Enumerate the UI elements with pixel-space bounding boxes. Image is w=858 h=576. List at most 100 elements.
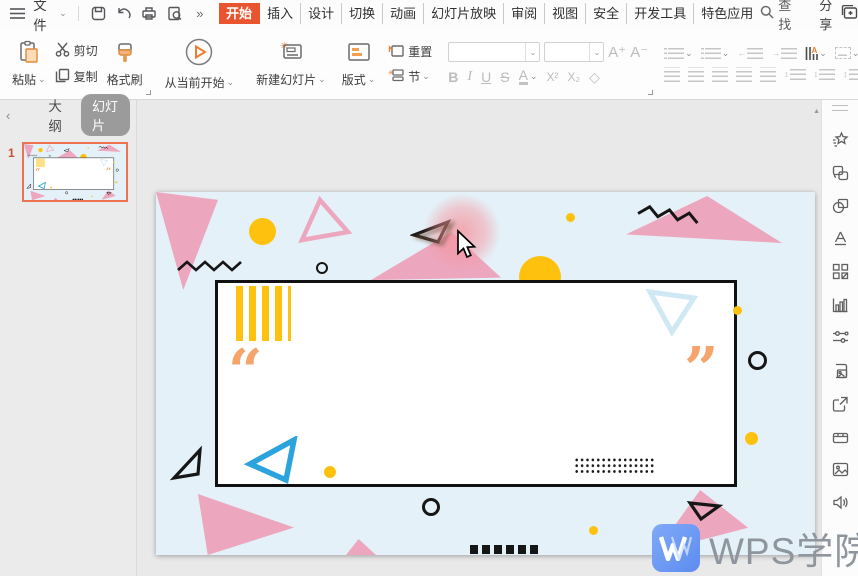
undo-icon[interactable] [115, 4, 133, 24]
align-right-icon[interactable] [712, 67, 728, 82]
close-quote-mark[interactable]: ” [106, 167, 111, 176]
slide-thumbnail[interactable]: “ ” [22, 142, 128, 202]
shape-dash-row[interactable] [470, 545, 542, 554]
tab-special-apps[interactable]: 特色应用 [694, 3, 760, 24]
shape-transfer-icon[interactable] [822, 156, 858, 189]
file-menu[interactable]: 文件 ⌄ [33, 0, 66, 34]
shape-dash-row[interactable] [73, 199, 84, 200]
tab-slides[interactable]: 幻灯片 [81, 94, 130, 136]
editing-canvas[interactable]: ▲ “ ” [137, 100, 821, 576]
italic-button[interactable]: I [467, 70, 472, 84]
chart-icon[interactable] [822, 288, 858, 321]
shape-yellow-circle-topleft[interactable] [249, 218, 276, 245]
text-direction-icon[interactable]: A ⌄ [805, 46, 827, 61]
shape-blue-triangle-outline[interactable] [38, 182, 47, 190]
shape-yellow-circle-topleft[interactable] [38, 148, 42, 152]
shape-black-ring-right[interactable] [748, 351, 767, 370]
play-from-current-button[interactable]: 从当前开始⌄ [162, 36, 238, 92]
tab-view[interactable]: 视图 [545, 3, 586, 24]
shape-lightblue-triangle-outline[interactable] [100, 158, 109, 166]
audio-icon[interactable] [822, 486, 858, 519]
clear-format-eraser-icon[interactable]: ◇ [589, 70, 600, 84]
find-button[interactable]: 查找 [760, 0, 791, 33]
bullet-list-icon[interactable]: ⌄ [664, 47, 693, 59]
font-color-button[interactable]: A [519, 68, 528, 85]
align-center-icon[interactable] [688, 67, 704, 82]
tab-devtools[interactable]: 开发工具 [627, 3, 694, 24]
tab-outline[interactable]: 大纲 [48, 95, 67, 135]
shape-yellow-dot-top[interactable] [88, 147, 89, 148]
shape-black-ring-bottom[interactable] [422, 498, 440, 516]
shape-black-triangle-outline-top[interactable] [63, 148, 70, 153]
new-slide-button[interactable]: ✳ 新建幻灯片⌄ [253, 39, 329, 89]
shape-yellow-dot-top[interactable] [566, 213, 575, 222]
collapse-panel-icon[interactable]: ‹ [6, 108, 10, 123]
shape-pink-triangle-outline[interactable] [46, 144, 55, 152]
more-commands-icon[interactable]: » [191, 4, 209, 24]
shape-yellow-dot-on-border[interactable] [113, 162, 114, 163]
shape-black-triangle-outline-bottomright[interactable] [684, 494, 724, 522]
shape-pink-triangle-bottomcenter[interactable] [346, 539, 376, 555]
numbered-list-icon[interactable]: ⌄ [701, 47, 730, 59]
section-button[interactable]: ✳ 节⌄ [388, 68, 432, 85]
line-spacing-icon[interactable]: ↕ [784, 68, 806, 80]
space-before-icon[interactable]: ↕ [814, 68, 836, 80]
print-preview-icon[interactable] [165, 4, 183, 24]
tab-review[interactable]: 审阅 [504, 3, 545, 24]
distribute-text-icon[interactable] [760, 67, 776, 82]
tab-home[interactable]: 开始 [219, 3, 260, 24]
shape-black-ring-right[interactable] [116, 169, 119, 172]
shape-dot-grid[interactable] [89, 185, 102, 188]
shape-black-triangle-outline-left[interactable] [170, 444, 206, 484]
export-share-icon[interactable] [822, 387, 858, 420]
shape-zigzag-left[interactable] [27, 154, 38, 157]
shape-black-triangle-outline-left[interactable] [26, 183, 32, 189]
space-after-icon[interactable]: ↕ [843, 68, 858, 80]
thumbnail-slide-preview[interactable]: “ ” [24, 144, 126, 200]
underline-button[interactable]: U [481, 70, 491, 84]
increase-font-button[interactable]: A⁺ [608, 45, 626, 60]
chevron-down-icon[interactable]: ⌄ [525, 43, 539, 61]
shape-yellow-dot-inside[interactable] [50, 186, 52, 188]
tab-transition[interactable]: 切换 [342, 3, 383, 24]
shape-black-triangle-outline-bottomright[interactable] [106, 191, 112, 195]
tab-design[interactable]: 设计 [301, 3, 342, 24]
hamburger-menu-icon[interactable] [8, 4, 26, 24]
comment-add-icon[interactable] [841, 5, 858, 23]
strikethrough-button[interactable]: S [500, 70, 509, 84]
shape-yellow-dot-inside[interactable] [324, 466, 336, 478]
picture-icon[interactable] [822, 453, 858, 486]
shape-lightblue-triangle-outline[interactable] [644, 284, 700, 338]
increase-indent-icon[interactable]: → [771, 47, 797, 59]
print-icon[interactable] [140, 4, 158, 24]
shape-pink-triangle-bottomleft[interactable] [196, 494, 294, 555]
merge-shapes-icon[interactable] [822, 189, 858, 222]
archive-box-icon[interactable] [822, 420, 858, 453]
dialog-launcher[interactable] [648, 90, 653, 95]
superscript-button[interactable]: X² [546, 71, 558, 83]
open-quote-mark[interactable]: “ [35, 167, 40, 176]
textbox-style-icon[interactable]: ⌄ [835, 47, 858, 59]
shape-blue-triangle-outline[interactable] [244, 436, 300, 486]
shape-yellow-dot-right[interactable] [115, 181, 117, 183]
tab-insert[interactable]: 插入 [260, 3, 301, 24]
shape-pink-triangle-outline[interactable] [296, 194, 354, 246]
shape-yellow-dot-on-border[interactable] [733, 306, 742, 315]
layout-grid-icon[interactable] [822, 255, 858, 288]
effects-star-icon[interactable] [822, 123, 858, 156]
shape-yellow-dot-bottom[interactable] [589, 526, 598, 535]
shape-dot-grid[interactable] [574, 457, 656, 474]
chevron-down-icon[interactable]: ⌄ [589, 43, 603, 61]
font-name-combobox[interactable]: ⌄ [448, 42, 540, 62]
copy-button[interactable]: 复制 [55, 68, 98, 86]
justify-icon[interactable] [736, 67, 752, 82]
shape-black-ring-bottom[interactable] [65, 191, 68, 194]
format-painter-button[interactable]: 格式刷 [104, 39, 146, 89]
shape-pink-triangle-topleft[interactable] [156, 192, 218, 290]
font-size-combobox[interactable]: ⌄ [544, 42, 604, 62]
align-left-icon[interactable] [664, 67, 680, 82]
shape-yellow-dot-bottom[interactable] [91, 196, 92, 197]
subscript-button[interactable]: X₂ [567, 71, 580, 83]
decrease-font-button[interactable]: A⁻ [630, 45, 648, 60]
shape-zigzag-left[interactable] [176, 256, 248, 274]
